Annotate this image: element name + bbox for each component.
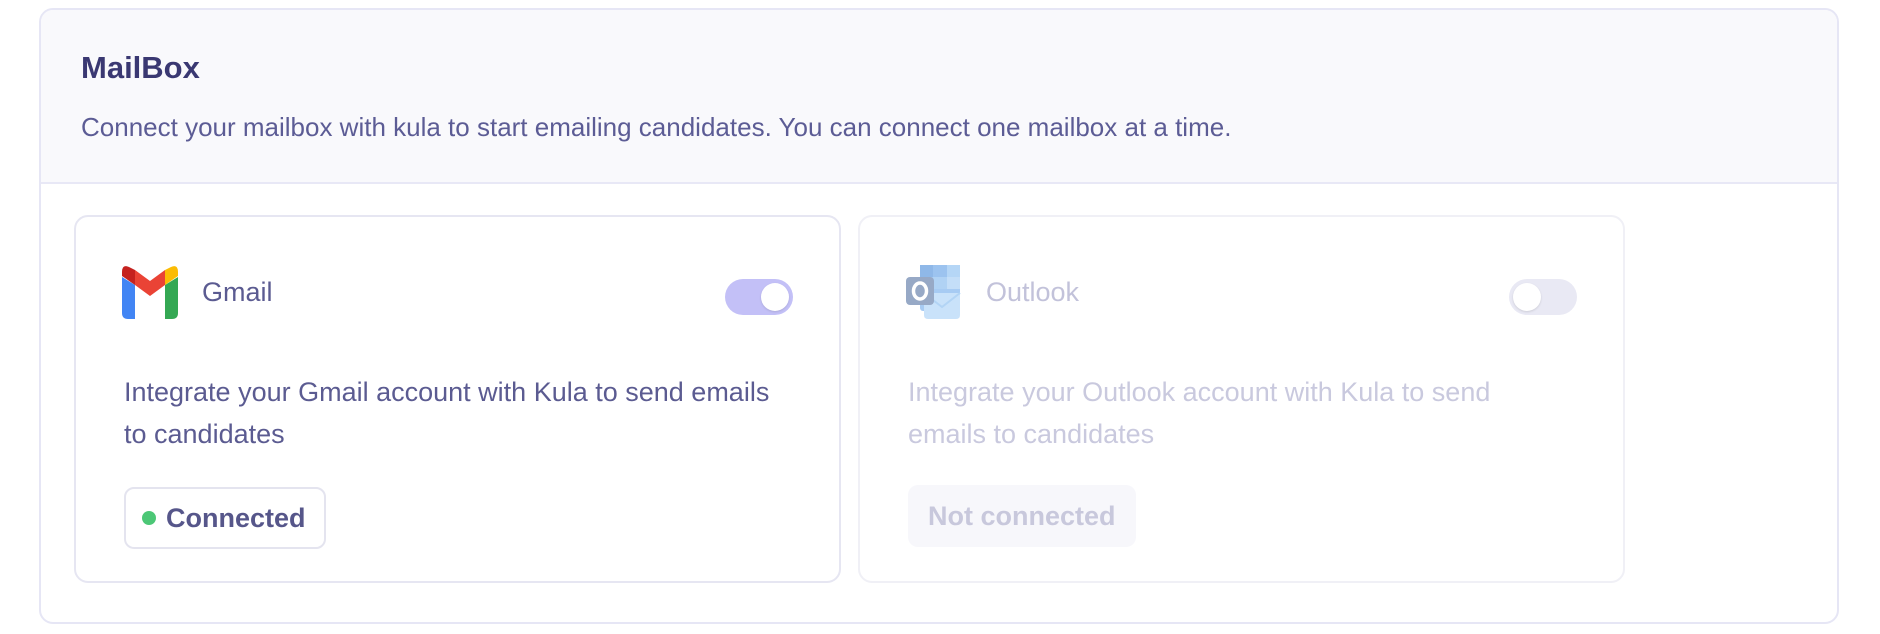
- outlook-card-header: Outlook: [906, 265, 1079, 319]
- outlook-card: Outlook Integrate your Outlook account w…: [858, 215, 1625, 583]
- gmail-icon: [122, 266, 178, 319]
- gmail-label: Gmail: [202, 276, 273, 307]
- gmail-description: Integrate your Gmail account with Kula t…: [124, 377, 770, 449]
- panel-header: MailBox Connect your mailbox with kula t…: [41, 10, 1837, 184]
- toggle-knob: [761, 283, 789, 311]
- outlook-status-badge: Not connected: [908, 485, 1136, 547]
- mailbox-settings-panel: MailBox Connect your mailbox with kula t…: [39, 8, 1839, 624]
- gmail-card-header: Gmail: [122, 265, 273, 319]
- section-title: MailBox: [81, 50, 200, 85]
- status-dot-icon: [142, 511, 156, 525]
- outlook-description: Integrate your Outlook account with Kula…: [908, 377, 1491, 449]
- gmail-card: Gmail Integrate your Gmail account with …: [74, 215, 841, 583]
- gmail-status-text: Connected: [166, 502, 306, 533]
- outlook-icon: [906, 265, 961, 319]
- section-description: Connect your mailbox with kula to start …: [81, 112, 1232, 142]
- toggle-knob: [1513, 283, 1541, 311]
- gmail-status-badge: Connected: [124, 487, 326, 549]
- outlook-status-text: Not connected: [928, 500, 1116, 531]
- outlook-label: Outlook: [986, 276, 1080, 307]
- outlook-toggle[interactable]: [1509, 279, 1577, 315]
- gmail-toggle[interactable]: [725, 279, 793, 315]
